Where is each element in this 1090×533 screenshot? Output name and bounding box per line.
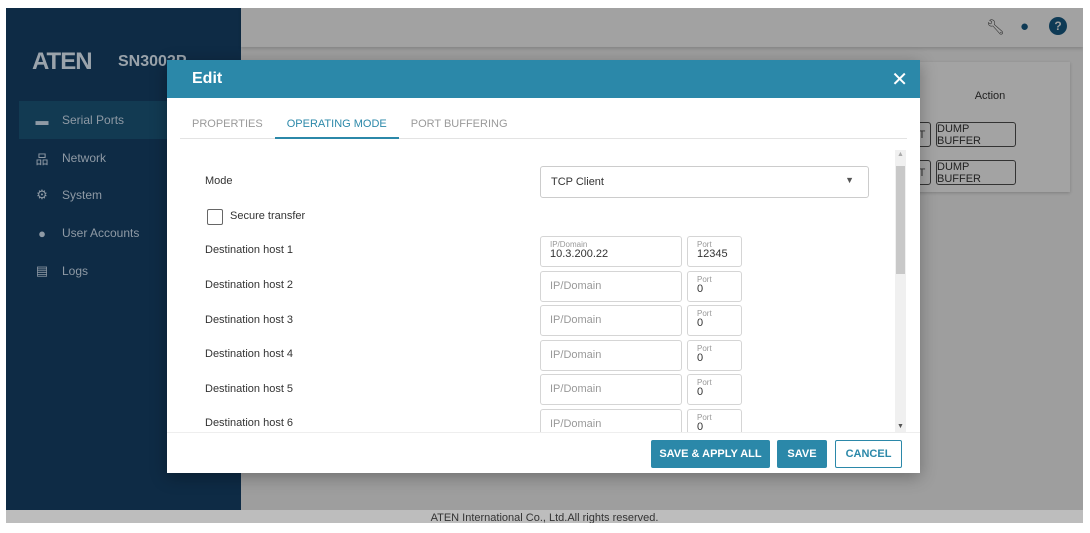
tab-operating-mode[interactable]: OPERATING MODE: [275, 110, 399, 139]
save-button[interactable]: SAVE: [777, 440, 827, 468]
column-header-action: Action: [910, 90, 1070, 102]
user-icon: ●: [34, 226, 50, 241]
host-3-port-input[interactable]: Port0: [687, 305, 742, 336]
host-4-ip-input[interactable]: IP/Domain: [540, 340, 682, 371]
host-1-ip-input[interactable]: IP/Domain10.3.200.22: [540, 236, 682, 267]
tab-port-buffering[interactable]: PORT BUFFERING: [399, 110, 520, 139]
host-label: Destination host 1: [205, 244, 293, 256]
scrollbar[interactable]: ▲ ▼: [895, 150, 906, 432]
gear-icon: ⚙: [34, 187, 50, 203]
host-3-ip-input[interactable]: IP/Domain: [540, 305, 682, 336]
secure-transfer-label: Secure transfer: [230, 210, 305, 222]
dialog-footer: SAVE & APPLY ALL SAVE CANCEL: [167, 432, 920, 473]
chevron-down-icon: ▼: [845, 175, 854, 185]
scroll-up-icon[interactable]: ▲: [897, 151, 904, 158]
tab-bar: PROPERTIES OPERATING MODE PORT BUFFERING: [180, 110, 907, 139]
edit-dialog: Edit ✕ PROPERTIES OPERATING MODE PORT BU…: [167, 60, 920, 473]
scrollbar-thumb[interactable]: [896, 166, 905, 274]
clipboard-icon: ▤: [34, 263, 50, 279]
mode-select[interactable]: TCP Client ▼: [540, 166, 869, 198]
serial-port-icon: ▬: [34, 113, 50, 128]
close-icon[interactable]: ✕: [891, 67, 908, 92]
port-value: 0: [697, 284, 732, 295]
host-5-ip-input[interactable]: IP/Domain: [540, 374, 682, 405]
secure-transfer-checkbox[interactable]: [207, 209, 223, 225]
save-apply-all-button[interactable]: SAVE & APPLY ALL: [651, 440, 770, 468]
ports-table: Action T DUMP BUFFER T DUMP BUFFER: [910, 62, 1070, 192]
dialog-title: Edit: [192, 70, 222, 87]
network-icon: 品: [34, 149, 50, 168]
host-label: Destination host 6: [205, 417, 293, 429]
help-icon[interactable]: ?: [1049, 17, 1067, 35]
host-6-ip-input[interactable]: IP/Domain: [540, 409, 682, 432]
mode-label: Mode: [205, 175, 233, 187]
sidebar-item-label: Network: [62, 151, 106, 165]
host-label: Destination host 3: [205, 314, 293, 326]
sidebar-item-label: User Accounts: [62, 226, 139, 240]
ip-value: 10.3.200.22: [550, 249, 672, 260]
form-scroll-area: Mode TCP Client ▼ Secure transfer Destina…: [180, 150, 919, 432]
footer-copyright: ATEN International Co., Ltd.All rights r…: [6, 510, 1083, 523]
port-value: 0: [697, 387, 732, 398]
host-2-ip-input[interactable]: IP/Domain: [540, 271, 682, 302]
port-value: 0: [697, 422, 732, 432]
tab-properties[interactable]: PROPERTIES: [180, 110, 275, 139]
dump-buffer-button[interactable]: DUMP BUFFER: [936, 122, 1016, 147]
wrench-icon[interactable]: 🔧︎: [986, 18, 1005, 36]
dialog-header: Edit ✕: [167, 60, 920, 98]
dump-buffer-button[interactable]: DUMP BUFFER: [936, 160, 1016, 185]
port-value: 12345: [697, 249, 732, 260]
cancel-button[interactable]: CANCEL: [835, 440, 902, 468]
port-value: 0: [697, 318, 732, 329]
host-label: Destination host 2: [205, 279, 293, 291]
port-value: 0: [697, 353, 732, 364]
sidebar-item-label: Serial Ports: [62, 113, 124, 127]
host-5-port-input[interactable]: Port0: [687, 374, 742, 405]
sidebar-item-label: Logs: [62, 264, 88, 278]
host-6-port-input[interactable]: Port0: [687, 409, 742, 432]
host-label: Destination host 5: [205, 383, 293, 395]
host-1-port-input[interactable]: Port12345: [687, 236, 742, 267]
top-bar: 🔧︎ ● ?: [241, 8, 1083, 47]
sidebar-item-label: System: [62, 188, 102, 202]
mode-value: TCP Client: [551, 176, 604, 188]
aten-logo: ATEN: [32, 48, 92, 76]
scroll-down-icon[interactable]: ▼: [897, 423, 904, 430]
user-icon[interactable]: ●: [1020, 18, 1029, 35]
host-2-port-input[interactable]: Port0: [687, 271, 742, 302]
host-4-port-input[interactable]: Port0: [687, 340, 742, 371]
host-label: Destination host 4: [205, 348, 293, 360]
